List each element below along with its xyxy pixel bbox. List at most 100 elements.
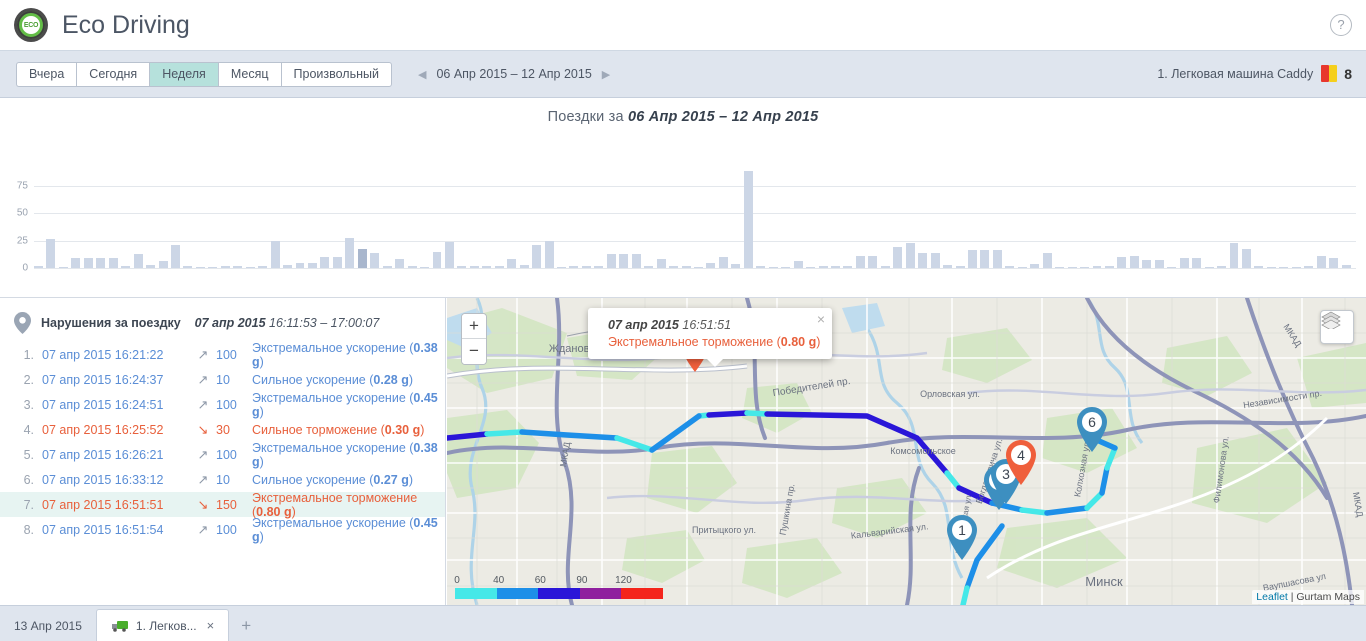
- chart-bar[interactable]: [270, 240, 280, 268]
- chart-bar[interactable]: [1055, 266, 1065, 268]
- chart-bar[interactable]: [295, 262, 305, 268]
- chart-bar[interactable]: [644, 265, 654, 268]
- chart-bar[interactable]: [818, 265, 828, 268]
- chart-bar[interactable]: [532, 244, 542, 268]
- chart-bar[interactable]: [1092, 265, 1102, 268]
- chart-bar[interactable]: [494, 265, 504, 268]
- chart-bar[interactable]: [581, 265, 591, 268]
- chart-bar[interactable]: [133, 253, 143, 268]
- chart-bar[interactable]: [420, 266, 430, 268]
- chart-bar[interactable]: [1142, 260, 1152, 268]
- chart-bar[interactable]: [557, 266, 566, 268]
- chart-bar[interactable]: [955, 265, 965, 268]
- chart-bar[interactable]: [694, 266, 703, 268]
- chart-bar[interactable]: [46, 239, 56, 268]
- chart-bar[interactable]: [170, 244, 180, 268]
- prev-period-button[interactable]: ◀: [414, 68, 430, 81]
- chart-bar[interactable]: [569, 265, 579, 268]
- violation-row[interactable]: 2. 07 апр 2015 16:24:37 ↗ 10 Сильное ускорен…: [0, 367, 445, 392]
- chart-bar[interactable]: [1279, 266, 1289, 268]
- chart-bar[interactable]: [756, 265, 766, 268]
- chart-bar[interactable]: [357, 249, 367, 268]
- chart-bar[interactable]: [1067, 266, 1077, 268]
- chart-bar[interactable]: [681, 265, 691, 268]
- chart-bar[interactable]: [731, 263, 741, 268]
- chart-bar[interactable]: [1154, 260, 1164, 268]
- chart-bar[interactable]: [1080, 266, 1090, 268]
- chart-bar[interactable]: [158, 261, 168, 268]
- chart-bar[interactable]: [1304, 265, 1314, 268]
- chart-bar[interactable]: [146, 264, 156, 268]
- add-tab-button[interactable]: +: [229, 611, 263, 641]
- chart-bar[interactable]: [967, 250, 977, 268]
- chart-bar[interactable]: [980, 250, 990, 268]
- chart-bar[interactable]: [930, 252, 940, 268]
- close-tab-icon[interactable]: ×: [207, 618, 215, 633]
- chart-bar[interactable]: [208, 266, 218, 268]
- chart-bar[interactable]: [831, 265, 840, 268]
- chart-bar[interactable]: [1179, 258, 1189, 268]
- chart-bar[interactable]: [768, 266, 778, 268]
- chart-bar[interactable]: [656, 259, 666, 268]
- chart-bar[interactable]: [83, 258, 93, 268]
- chart-bar[interactable]: [1204, 266, 1214, 268]
- period-button-3[interactable]: Месяц: [217, 61, 281, 87]
- chart-bar[interactable]: [1266, 266, 1276, 268]
- chart-bar[interactable]: [507, 259, 517, 268]
- chart-bar[interactable]: [594, 265, 604, 268]
- chart-bar[interactable]: [1329, 258, 1339, 268]
- chart-bar[interactable]: [619, 253, 629, 268]
- chart-bar[interactable]: [108, 258, 118, 268]
- layers-icon[interactable]: [1320, 310, 1354, 344]
- chart-bar[interactable]: [469, 265, 479, 268]
- chart-bar[interactable]: [34, 265, 43, 268]
- leaflet-link[interactable]: Leaflet: [1256, 591, 1288, 603]
- chart-bar[interactable]: [1005, 265, 1015, 268]
- chart-bar[interactable]: [432, 251, 442, 268]
- chart-bar[interactable]: [606, 253, 616, 268]
- chart-bar[interactable]: [943, 264, 953, 268]
- chart-bar[interactable]: [1241, 249, 1251, 268]
- chart-bar[interactable]: [718, 257, 728, 268]
- date-range-label[interactable]: 06 Апр 2015 – 12 Апр 2015: [430, 67, 597, 81]
- map-panel[interactable]: + − Жданович Победителей пр. Комсомольское…: [447, 298, 1366, 605]
- violation-row[interactable]: 7. 07 апр 2015 16:51:51 ↘ 150 Экстремальное …: [0, 491, 445, 519]
- chart-bar[interactable]: [1167, 266, 1177, 268]
- chart-bar[interactable]: [195, 266, 205, 268]
- zoom-out-button[interactable]: −: [462, 339, 486, 364]
- chart-bar[interactable]: [345, 238, 355, 268]
- violation-row[interactable]: 8. 07 апр 2015 16:51:54 ↗ 100 Экстремальное …: [0, 516, 445, 544]
- chart-bar[interactable]: [781, 266, 791, 268]
- chart-bar[interactable]: [669, 265, 679, 268]
- chart-bar[interactable]: [1017, 266, 1027, 268]
- chart-bar[interactable]: [320, 257, 330, 268]
- chart-bar[interactable]: [444, 241, 454, 268]
- chart-bar[interactable]: [258, 265, 268, 268]
- chart-bar[interactable]: [544, 240, 554, 268]
- chart-bar[interactable]: [245, 266, 255, 268]
- chart-bar[interactable]: [58, 266, 68, 268]
- chart-bar[interactable]: [96, 258, 106, 268]
- violation-row[interactable]: 5. 07 апр 2015 16:26:21 ↗ 100 Экстремальное …: [0, 441, 445, 469]
- chart-bar[interactable]: [880, 265, 890, 268]
- next-period-button[interactable]: ▶: [598, 68, 614, 81]
- chart-bar[interactable]: [1104, 265, 1114, 268]
- map-marker-6[interactable]: 6: [1074, 406, 1110, 454]
- chart-bar[interactable]: [1117, 257, 1127, 268]
- chart-bar[interactable]: [1254, 265, 1264, 268]
- chart-bar[interactable]: [519, 264, 529, 268]
- chart-bar[interactable]: [743, 171, 753, 268]
- chart-bar[interactable]: [407, 265, 417, 268]
- chart-bar[interactable]: [307, 262, 317, 268]
- chart-bar[interactable]: [1341, 264, 1351, 268]
- chart-bar[interactable]: [457, 265, 467, 268]
- violation-row[interactable]: 6. 07 апр 2015 16:33:12 ↗ 10 Сильное ускорен…: [0, 467, 445, 492]
- period-button-0[interactable]: Вчера: [16, 61, 77, 87]
- chart-bar[interactable]: [1129, 255, 1139, 268]
- chart-bar[interactable]: [855, 255, 865, 268]
- chart-bar[interactable]: [992, 250, 1002, 268]
- chart-bar[interactable]: [1316, 255, 1326, 268]
- chart-bar[interactable]: [121, 265, 131, 268]
- chart-bar[interactable]: [395, 259, 405, 268]
- period-button-1[interactable]: Сегодня: [76, 61, 150, 87]
